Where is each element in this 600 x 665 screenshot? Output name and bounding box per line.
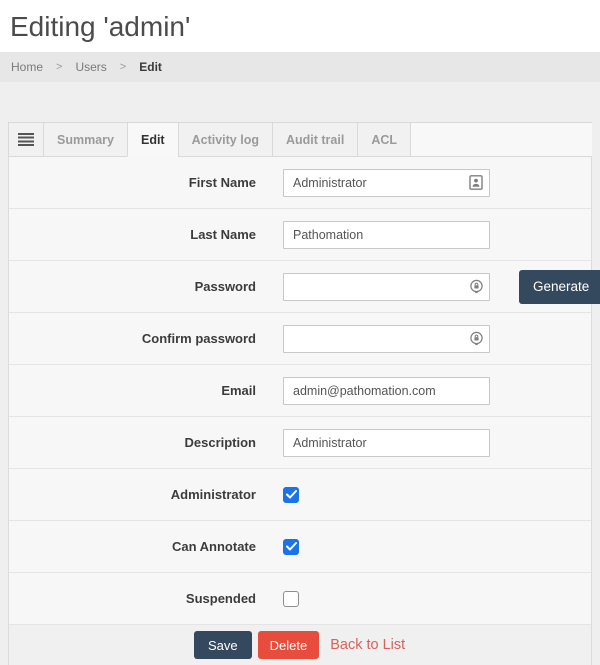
breadcrumb-item-edit: Edit: [139, 60, 162, 74]
breadcrumb-separator-icon: >: [120, 61, 126, 73]
field-label: Password: [9, 279, 256, 294]
tab-activity-log[interactable]: Activity log: [178, 122, 273, 157]
user-edit-panel: SummaryEditActivity logAudit trailACL Fi…: [8, 122, 592, 665]
tab-menu-button[interactable]: [8, 122, 44, 157]
form-footer: Save Delete Back to List: [9, 625, 591, 665]
password-row: Password Generate: [9, 261, 591, 313]
field-control: [283, 221, 490, 249]
field-control: [283, 487, 299, 503]
description-input[interactable]: [283, 429, 490, 457]
field-control: Generate: [283, 270, 600, 304]
save-button[interactable]: Save: [194, 631, 252, 659]
contact-autofill-icon[interactable]: [468, 175, 484, 191]
breadcrumb-item-users[interactable]: Users: [75, 60, 106, 74]
breadcrumb: Home > Users > Edit: [0, 52, 600, 82]
tab-audit-trail[interactable]: Audit trail: [272, 122, 358, 157]
checkbox-label: Administrator: [9, 487, 256, 502]
field-label: First Name: [9, 175, 256, 190]
input-wrap: [283, 169, 490, 197]
input-wrap: [283, 377, 490, 405]
field-control: [283, 325, 490, 353]
last-name-input[interactable]: [283, 221, 490, 249]
suspended-row: Suspended: [9, 573, 591, 625]
checkbox-label: Can Annotate: [9, 539, 256, 554]
back-to-list-link[interactable]: Back to List: [330, 637, 405, 653]
field-control: [283, 429, 490, 457]
breadcrumb-separator-icon: >: [56, 61, 62, 73]
input-wrap: [283, 429, 490, 457]
password-reveal-icon[interactable]: [468, 331, 484, 347]
suspended-checkbox[interactable]: [283, 591, 299, 607]
content-area: SummaryEditActivity logAudit trailACL Fi…: [0, 82, 600, 665]
email-row: Email: [9, 365, 591, 417]
delete-button[interactable]: Delete: [258, 631, 320, 659]
hamburger-menu-icon: [18, 133, 34, 146]
tab-edit[interactable]: Edit: [127, 122, 179, 157]
field-control: [283, 377, 490, 405]
page-title: Editing 'admin': [0, 0, 600, 52]
tab-summary[interactable]: Summary: [43, 122, 128, 157]
field-label: Description: [9, 435, 256, 450]
can-annotate-checkbox[interactable]: [283, 539, 299, 555]
description-row: Description: [9, 417, 591, 469]
field-label: Email: [9, 383, 256, 398]
email-input[interactable]: [283, 377, 490, 405]
confirm-password-row: Confirm password: [9, 313, 591, 365]
page: Editing 'admin' Home>Users>Edit SummaryE…: [0, 0, 600, 665]
administrator-checkbox[interactable]: [283, 487, 299, 503]
password-input[interactable]: [283, 273, 490, 301]
tabstrip: SummaryEditActivity logAudit trailACL: [8, 122, 592, 157]
form-body: First Name Last Name: [8, 157, 592, 665]
checkbox-label: Suspended: [9, 591, 256, 606]
field-control: [283, 539, 299, 555]
first-name-input[interactable]: [283, 169, 490, 197]
can-annotate-row: Can Annotate: [9, 521, 591, 573]
input-wrap: [283, 221, 490, 249]
administrator-row: Administrator: [9, 469, 591, 521]
last-name-row: Last Name: [9, 209, 591, 261]
tabstrip-filler: [411, 122, 592, 157]
input-wrap: [283, 273, 490, 301]
first-name-row: First Name: [9, 157, 591, 209]
field-control: [283, 169, 490, 197]
field-label: Last Name: [9, 227, 256, 242]
generate-button[interactable]: Generate: [519, 270, 600, 304]
field-control: [283, 591, 299, 607]
tab-acl[interactable]: ACL: [357, 122, 411, 157]
password-reveal-icon[interactable]: [468, 279, 484, 295]
breadcrumb-item-home[interactable]: Home: [11, 60, 43, 74]
confirm-password-input[interactable]: [283, 325, 490, 353]
field-label: Confirm password: [9, 331, 256, 346]
input-wrap: [283, 325, 490, 353]
